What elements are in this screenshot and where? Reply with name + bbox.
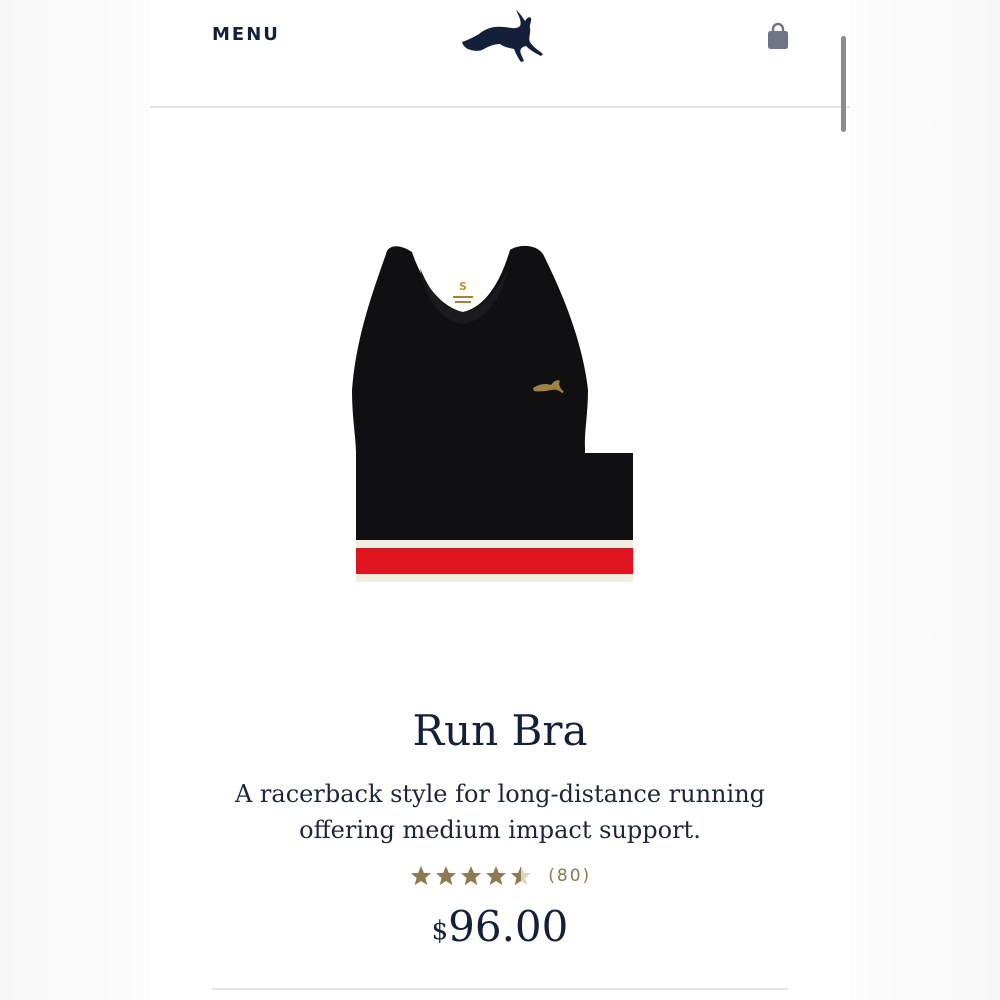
star-icon bbox=[459, 864, 483, 888]
currency-symbol: $ bbox=[431, 916, 449, 946]
size-label: S bbox=[459, 280, 467, 293]
product-image: S bbox=[352, 245, 633, 582]
product-price: $96.00 bbox=[150, 902, 850, 951]
product-page: MENU S Run Bra A racerback style for lon… bbox=[150, 0, 850, 1000]
star-icon bbox=[509, 864, 533, 888]
header-divider bbox=[150, 106, 850, 108]
scrollbar-thumb[interactable] bbox=[841, 36, 846, 132]
star-icon bbox=[434, 864, 458, 888]
star-icon bbox=[409, 864, 433, 888]
price-amount: 96.00 bbox=[448, 902, 569, 951]
left-backdrop bbox=[0, 0, 150, 1000]
running-hare-logo[interactable] bbox=[458, 6, 544, 64]
site-header: MENU bbox=[150, 0, 850, 108]
product-title: Run Bra bbox=[412, 706, 588, 755]
section-divider bbox=[212, 988, 788, 990]
review-count[interactable]: (80) bbox=[548, 866, 591, 886]
right-backdrop bbox=[850, 0, 1000, 1000]
menu-button[interactable]: MENU bbox=[212, 24, 280, 45]
star-icon bbox=[484, 864, 508, 888]
product-description: A racerback style for long-distance runn… bbox=[234, 780, 766, 844]
star-rating[interactable] bbox=[409, 864, 534, 888]
product-rating[interactable]: (80) bbox=[150, 864, 850, 888]
shopping-bag-icon[interactable] bbox=[766, 22, 790, 50]
